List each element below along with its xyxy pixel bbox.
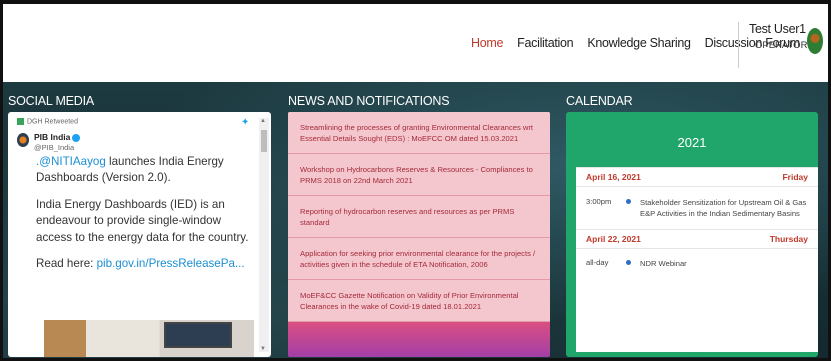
- calendar-day-header[interactable]: April 16, 2021 Friday: [576, 167, 818, 187]
- user-menu[interactable]: Test User1 OPERATOR: [738, 22, 828, 68]
- top-header: Home Facilitation Knowledge Sharing Disc…: [3, 4, 828, 82]
- news-panel: Streamlining the processes of granting E…: [288, 112, 550, 357]
- event-dot-icon: [626, 199, 631, 204]
- social-scrollbar[interactable]: ▲ ▼: [259, 118, 269, 352]
- scroll-down-icon[interactable]: ▼: [260, 346, 266, 352]
- social-media-panel: DGH Retweeted ✦ PIB India @PIB_India .@N…: [8, 112, 271, 357]
- calendar-panel: 2021 April 16, 2021 Friday 3:00pm Stakeho…: [566, 112, 818, 357]
- pib-logo[interactable]: [17, 133, 29, 147]
- tweet-link[interactable]: pib.gov.in/PressReleasePa...: [97, 257, 245, 270]
- app-frame: Home Facilitation Knowledge Sharing Disc…: [0, 0, 831, 361]
- tweet-mention[interactable]: .@NITIAayog: [36, 155, 106, 168]
- account-name[interactable]: PIB India: [34, 132, 81, 142]
- social-media-title: SOCIAL MEDIA: [8, 94, 95, 108]
- news-item[interactable]: Application for seeking prior environmen…: [288, 238, 550, 280]
- retweet-label: DGH Retweeted: [17, 118, 78, 125]
- tweet-image[interactable]: [44, 320, 254, 357]
- news-item[interactable]: Workshop on Hydrocarbons Reserves & Reso…: [288, 154, 550, 196]
- nav-home[interactable]: Home: [471, 36, 503, 50]
- calendar-day-header[interactable]: April 22, 2021 Thursday: [576, 229, 818, 249]
- news-item[interactable]: Reporting of hydrocarbon reserves and re…: [288, 196, 550, 238]
- news-title: NEWS AND NOTIFICATIONS: [288, 94, 450, 108]
- scroll-up-icon[interactable]: ▲: [260, 118, 266, 124]
- news-item[interactable]: Streamlining the processes of granting E…: [288, 112, 550, 154]
- account-handle[interactable]: @PIB_India: [34, 143, 74, 152]
- avatar[interactable]: [807, 28, 823, 54]
- retweet-icon: [17, 118, 24, 125]
- event-dot-icon: [626, 260, 631, 265]
- news-item[interactable]: MoEF&CC Gazette Notification on Validity…: [288, 280, 550, 322]
- scroll-thumb[interactable]: [261, 130, 267, 152]
- calendar-year: 2021: [677, 135, 707, 150]
- twitter-bird-icon[interactable]: ✦: [241, 117, 249, 128]
- nav-knowledge-sharing[interactable]: Knowledge Sharing: [587, 36, 691, 50]
- calendar-list: April 16, 2021 Friday 3:00pm Stakeholder …: [576, 167, 818, 352]
- nav-facilitation[interactable]: Facilitation: [517, 36, 573, 50]
- calendar-title: CALENDAR: [566, 94, 633, 108]
- verified-icon: [72, 133, 81, 142]
- tweet-text: .@NITIAayog launches India Energy Dashbo…: [36, 155, 249, 271]
